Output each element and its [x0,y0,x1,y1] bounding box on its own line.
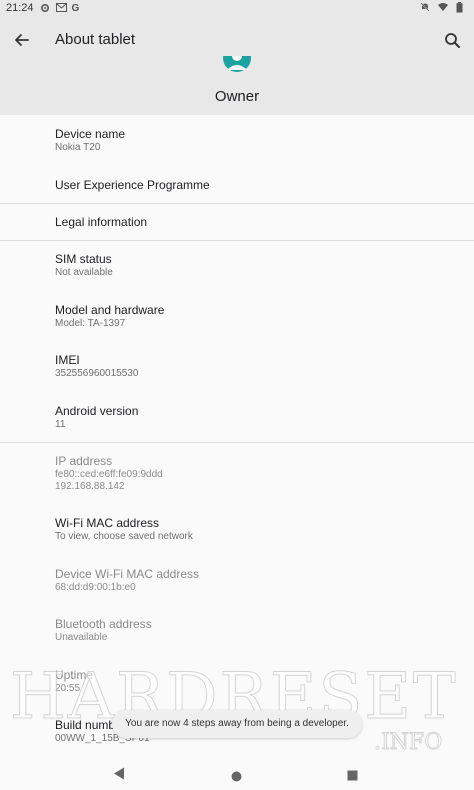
status-bar: 21:24 G [0,0,474,18]
settings-icon [40,3,50,13]
item-subtitle: fe80::ced:e6ff:fe09:9ddd [55,469,163,480]
item-title: Legal information [55,215,148,229]
item-subtitle: 20:55 [55,683,81,694]
list-item-legal[interactable]: Legal information [55,215,147,230]
item-title: IMEI [55,353,80,367]
list-item-device-wifi-mac: Device Wi-Fi MAC address 68:dd:d9:00:1b:… [55,567,199,594]
list-item-ip-address: IP address fe80::ced:e6ff:fe09:9ddd 192.… [55,454,163,493]
divider [0,203,474,204]
item-title: Model and hardware [55,303,165,317]
item-title: IP address [55,454,113,468]
list-item-device-name[interactable]: Device name Nokia T20 [55,127,125,154]
item-subtitle: Model: TA-1397 [55,318,126,329]
search-icon[interactable] [438,26,466,54]
item-title: Device name [55,127,126,141]
list-item-imei[interactable]: IMEI 352556960015530 [55,353,138,380]
list-item-android-version[interactable]: Android version 11 [55,404,138,431]
owner-name: Owner [214,88,260,105]
nav-home-icon[interactable] [231,769,242,787]
google-icon: G [71,2,80,14]
nav-recents-icon[interactable] [347,768,358,786]
watermark-suffix: .INFO [373,730,443,756]
item-title: User Experience Programme [55,178,210,192]
battery-icon [456,2,466,13]
list-item-user-experience[interactable]: User Experience Programme [55,178,210,193]
list-item-model[interactable]: Model and hardware Model: TA-1397 [55,303,164,330]
owner-header: Owner [0,56,474,115]
arrow-back-icon[interactable] [8,26,36,54]
wifi-icon [438,2,448,12]
item-subtitle: 11 [55,419,66,430]
nav-back-icon[interactable] [113,767,125,785]
list-item-sim-status[interactable]: SIM status Not available [55,252,113,279]
divider [0,442,474,443]
item-title: Device Wi-Fi MAC address [55,567,200,581]
item-title: Bluetooth address [55,617,152,631]
item-title: SIM status [55,252,112,266]
list-item-uptime: Uptime 20:55 [55,668,93,695]
item-title: Uptime [55,668,94,682]
item-subtitle: Not available [55,267,113,278]
item-title: Wi-Fi MAC address [55,516,160,530]
list-item-bluetooth: Bluetooth address Unavailable [55,617,152,644]
mail-icon [55,3,67,13]
item-subtitle: 352556960015530 [55,368,139,379]
notifications-off-icon [420,2,430,12]
item-subtitle: 68:dd:d9:00:1b:e0 [55,582,136,593]
navigation-bar [0,757,474,790]
item-subtitle: To view, choose saved network [55,531,193,542]
item-title: Android version [55,404,139,418]
list-item-wifi-mac[interactable]: Wi-Fi MAC address To view, choose saved … [55,516,193,543]
toast-message: You are now 4 steps away from being a de… [112,710,362,738]
avatar[interactable] [222,56,252,76]
page-title: About tablet [55,31,136,48]
item-subtitle-2: 192.168.88.142 [55,481,125,492]
item-subtitle: Unavailable [55,632,108,643]
divider [0,240,474,241]
status-time: 21:24 [6,2,34,14]
item-subtitle: Nokia T20 [55,142,101,153]
